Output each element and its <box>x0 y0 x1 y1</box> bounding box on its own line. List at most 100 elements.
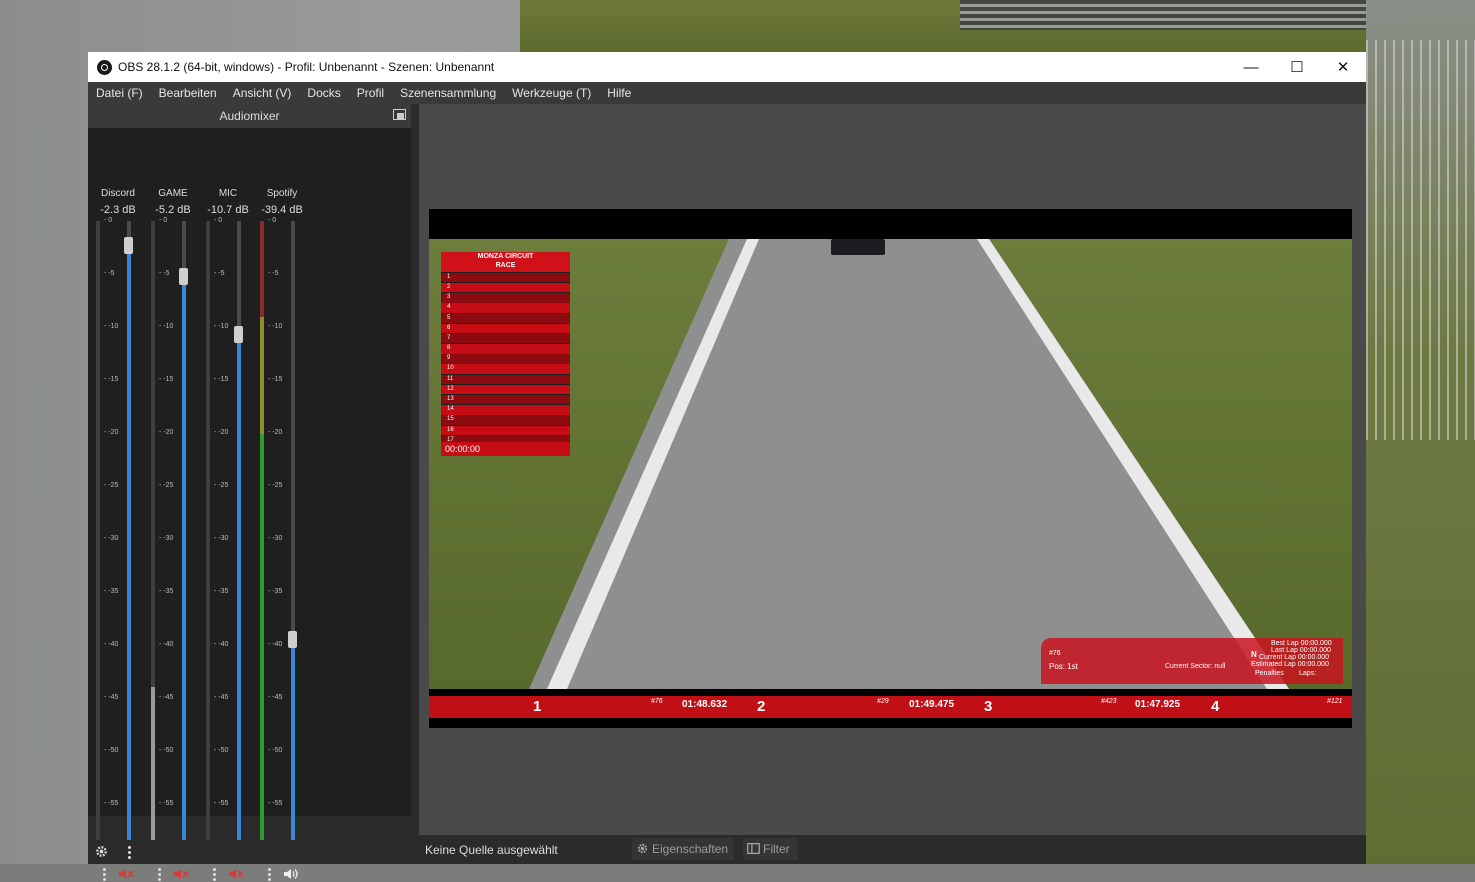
scale-tick: - -35 <box>268 588 283 595</box>
channel-menu-game[interactable] <box>158 866 162 882</box>
scale-tick: - -5 <box>104 270 115 277</box>
volume-slider-discord[interactable] <box>127 221 131 857</box>
p2-car: #29 <box>877 698 889 705</box>
p3-time: 01:47.925 <box>1135 699 1181 710</box>
dock-menu-icon[interactable] <box>128 844 131 861</box>
scale-tick: - -30 <box>214 535 229 542</box>
scale-tick: - -10 <box>159 323 174 330</box>
scale-tick: - -10 <box>104 323 119 330</box>
maximize-button[interactable]: ☐ <box>1274 52 1320 82</box>
standings-row: 14 <box>441 405 570 415</box>
hud-estimated-lap: Estimated Lap 00:00.000 <box>1251 661 1329 668</box>
standings-row: 1 <box>441 272 570 283</box>
scale-tick: - -10 <box>214 323 229 330</box>
standings-overlay: MONZA CIRCUIT RACE 1 2 3 4 5 6 7 8 9 10 … <box>441 252 570 456</box>
undock-icon[interactable] <box>393 109 406 120</box>
standings-row: 7 <box>441 333 570 344</box>
background-fence <box>1366 40 1475 440</box>
volume-slider-spotify[interactable] <box>291 221 295 857</box>
scale-tick: - -50 <box>104 747 119 754</box>
scale-tick: - -20 <box>104 429 119 436</box>
level-meter-mic <box>206 221 210 857</box>
p3-car: #423 <box>1101 698 1117 705</box>
standings-row: 4 <box>441 303 570 313</box>
scale-tick: - -55 <box>268 800 283 807</box>
menu-profil[interactable]: Profil <box>349 82 392 104</box>
properties-label: Eigenschaften <box>652 842 729 856</box>
menu-hilfe[interactable]: Hilfe <box>599 82 639 104</box>
volume-thumb-spotify[interactable] <box>288 630 297 648</box>
scale-tick: - -35 <box>104 588 119 595</box>
scale-tick: - -40 <box>104 641 119 648</box>
scale-discord: - 0 - -5 - -10 - -15 - -20 - -25 - -30 - -35 - -… <box>104 217 124 860</box>
menu-datei[interactable]: Datei (F) <box>88 82 151 104</box>
scale-tick: - -20 <box>268 429 283 436</box>
standings-header: MONZA CIRCUIT RACE <box>441 252 570 272</box>
channel-name-mic: MIC <box>218 188 238 199</box>
scale-tick: - 0 <box>104 217 113 224</box>
scale-tick: - -15 <box>268 376 283 383</box>
speaker-icon-spotify[interactable] <box>283 867 299 881</box>
channel-menu-spotify[interactable] <box>268 866 272 882</box>
scale-tick: - -55 <box>214 800 229 807</box>
menu-docks[interactable]: Docks <box>299 82 348 104</box>
scale-tick: - -30 <box>159 535 174 542</box>
standings-circuit: MONZA CIRCUIT <box>477 253 534 260</box>
scale-tick: - -15 <box>214 376 229 383</box>
level-meter-discord <box>96 221 100 857</box>
scale-tick: - -40 <box>159 641 174 648</box>
menu-ansicht[interactable]: Ansicht (V) <box>225 82 300 104</box>
standings-row: 3 <box>441 293 570 303</box>
channel-name-spotify: Spotify <box>266 188 298 199</box>
muted-speaker-icon-mic[interactable] <box>228 867 244 881</box>
scale-tick: - -50 <box>214 747 229 754</box>
scale-tick: - -50 <box>268 747 283 754</box>
leader-pos: 1 <box>533 698 542 715</box>
standings-row: 11 <box>441 374 570 385</box>
menu-bearbeiten[interactable]: Bearbeiten <box>151 82 225 104</box>
properties-button[interactable]: Eigenschaften <box>632 838 734 860</box>
minimize-button[interactable]: — <box>1228 52 1274 82</box>
standings-row: 8 <box>441 344 570 354</box>
scale-tick: - -5 <box>214 270 225 277</box>
hud-best-lap: Best Lap 00:00.000 <box>1271 640 1332 647</box>
menu-szenensammlung[interactable]: Szenensammlung <box>392 82 504 104</box>
preview-canvas[interactable]: MONZA CIRCUIT RACE 1 2 3 4 5 6 7 8 9 10 … <box>429 209 1352 728</box>
scale-tick: - -10 <box>268 323 283 330</box>
filter-button[interactable]: Filter <box>743 838 798 860</box>
gear-icon <box>637 843 648 854</box>
muted-speaker-icon-discord[interactable] <box>118 867 134 881</box>
leaderboard-bar: 1 #76 01:48.632 2 #29 01:49.475 3 #423 0… <box>429 696 1352 718</box>
scale-tick: - -30 <box>268 535 283 542</box>
volume-slider-mic[interactable] <box>237 221 241 857</box>
channel-name-discord: Discord <box>101 188 135 199</box>
scale-tick: - -50 <box>159 747 174 754</box>
volume-thumb-mic[interactable] <box>234 326 243 344</box>
close-button[interactable]: ✕ <box>1320 52 1366 82</box>
menu-werkzeuge[interactable]: Werkzeuge (T) <box>504 82 599 104</box>
gear-icon[interactable] <box>94 844 109 859</box>
volume-slider-game[interactable] <box>182 221 186 857</box>
hud-car-number: #76 <box>1049 650 1061 657</box>
hud-current-lap: Current Lap 00:00.000 <box>1259 654 1330 661</box>
volume-thumb-game[interactable] <box>179 268 188 286</box>
obs-logo-icon <box>97 59 112 75</box>
driver-hud-overlay: #76 Pos: 1st N Current Sector: null Best… <box>1041 638 1343 684</box>
scale-tick: - -45 <box>159 694 174 701</box>
title-bar[interactable]: OBS 28.1.2 (64-bit, windows) - Profil: U… <box>88 52 1366 82</box>
channel-menu-mic[interactable] <box>213 866 217 882</box>
muted-speaker-icon-game[interactable] <box>173 867 189 881</box>
scale-tick: - 0 <box>214 217 223 224</box>
source-toolbar: Keine Quelle ausgewählt Eigenschaften Fi… <box>419 835 1366 864</box>
channel-db-discord: -2.3 dB <box>100 204 136 216</box>
scale-tick: - -25 <box>104 482 119 489</box>
channel-db-spotify: -39.4 dB <box>261 204 303 216</box>
volume-thumb-discord[interactable] <box>124 237 133 255</box>
scale-tick: - 0 <box>268 217 277 224</box>
channel-menu-discord[interactable] <box>103 866 107 882</box>
hud-position: Pos: 1st <box>1049 662 1078 671</box>
leader-time: 01:48.632 <box>682 699 728 710</box>
scale-spotify: - 0 - -5 - -10 - -15 - -20 - -25 - -30 - -35 - -… <box>268 217 288 860</box>
p4-car: #121 <box>1327 698 1343 705</box>
scale-tick: - -20 <box>159 429 174 436</box>
